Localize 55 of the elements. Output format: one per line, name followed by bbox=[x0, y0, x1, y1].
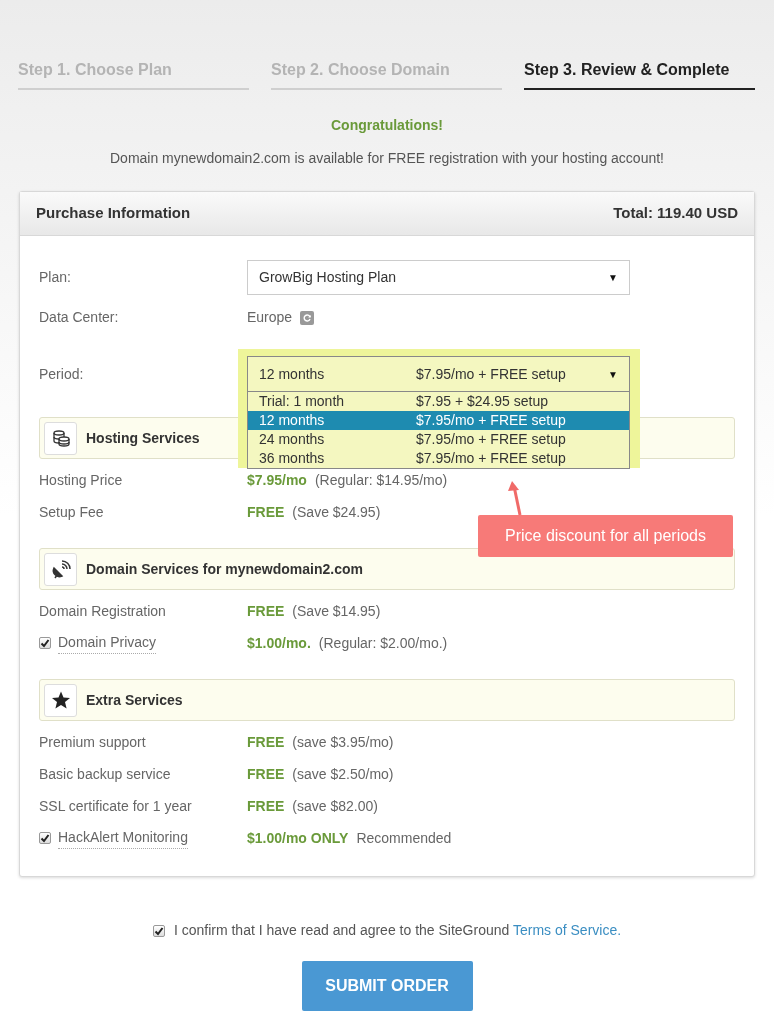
price-value: FREE bbox=[247, 732, 285, 752]
price-note: Recommended bbox=[356, 828, 452, 848]
period-select[interactable]: 12 months $7.95/mo + FREE setup ▼ bbox=[247, 356, 630, 392]
dropdown-option[interactable]: 36 months $7.95/mo + FREE setup bbox=[248, 449, 629, 468]
price-value: $1.00/mo. bbox=[247, 633, 311, 653]
field-label: Data Center: bbox=[39, 308, 120, 327]
caret-icon: ▼ bbox=[608, 366, 618, 382]
satellite-dish-icon bbox=[44, 552, 77, 586]
checkbox[interactable] bbox=[39, 637, 51, 649]
checkbox[interactable] bbox=[152, 924, 165, 937]
option-label[interactable]: Domain Privacy bbox=[58, 632, 157, 654]
field-label: Period: bbox=[39, 364, 85, 384]
price-value: FREE bbox=[247, 764, 285, 784]
dropdown-option[interactable]: 12 months $7.95/mo + FREE setup bbox=[248, 411, 629, 430]
price-note: (Save $14.95) bbox=[292, 601, 381, 621]
price-note: (Regular: $2.00/mo.) bbox=[318, 633, 448, 653]
section-title: Domain Services for mynewdomain2.com bbox=[86, 559, 363, 579]
dropdown-option[interactable]: Trial: 1 month $7.95 + $24.95 setup bbox=[248, 392, 629, 411]
checkbox[interactable] bbox=[39, 832, 51, 844]
step-tab[interactable]: Step 3. Review & Complete bbox=[524, 58, 755, 90]
row-label: Basic backup service bbox=[39, 764, 171, 784]
price-note: (Save $24.95) bbox=[292, 502, 381, 522]
option-label[interactable]: HackAlert Monitoring bbox=[58, 827, 188, 849]
price-note: (save $82.00) bbox=[292, 796, 378, 816]
row-label: Hosting Price bbox=[39, 470, 123, 490]
row-label: SSL certificate for 1 year bbox=[39, 796, 192, 816]
dropdown-option[interactable]: 24 months $7.95/mo + FREE setup bbox=[248, 430, 629, 449]
section-title: Extra Services bbox=[86, 690, 183, 710]
row-label: Domain Registration bbox=[39, 601, 166, 621]
price-value: FREE bbox=[247, 502, 285, 522]
card-title: Purchase Information bbox=[36, 203, 191, 224]
annotation-arrow bbox=[508, 481, 522, 516]
price-value: FREE bbox=[247, 796, 285, 816]
data-center-value: Europe bbox=[247, 308, 293, 327]
terms-link[interactable]: Terms of Service. bbox=[512, 922, 622, 938]
row-label: Setup Fee bbox=[39, 502, 104, 522]
order-total: Total: 119.40 USD bbox=[613, 203, 738, 224]
field-label: Plan: bbox=[39, 268, 72, 287]
section-title: Hosting Services bbox=[86, 428, 200, 448]
price-note: (Regular: $14.95/mo) bbox=[314, 470, 448, 490]
availability-message: Domain mynewdomain2.com is available for FREE registration with your hosting account! bbox=[110, 149, 664, 168]
annotation-callout: Price discount for all periods bbox=[478, 515, 733, 557]
refresh-icon[interactable] bbox=[300, 310, 315, 325]
row-label: Premium support bbox=[39, 732, 146, 752]
price-note: (save $3.95/mo) bbox=[292, 732, 394, 752]
submit-button[interactable]: SUBMIT ORDER bbox=[301, 961, 473, 1011]
price-value: $7.95/mo bbox=[247, 470, 307, 490]
price-value: FREE bbox=[247, 601, 285, 621]
caret-icon: ▼ bbox=[608, 270, 618, 285]
congratulations-heading: Congratulations! bbox=[331, 116, 443, 135]
price-note: (save $2.50/mo) bbox=[292, 764, 394, 784]
coins-icon bbox=[44, 421, 77, 455]
confirm-text: I confirm that I have read and agree to the SiteGround Terms of Service. bbox=[173, 921, 622, 940]
price-value: $1.00/mo ONLY bbox=[247, 828, 349, 848]
plan-select[interactable]: GrowBig Hosting Plan ▼ bbox=[247, 260, 630, 295]
